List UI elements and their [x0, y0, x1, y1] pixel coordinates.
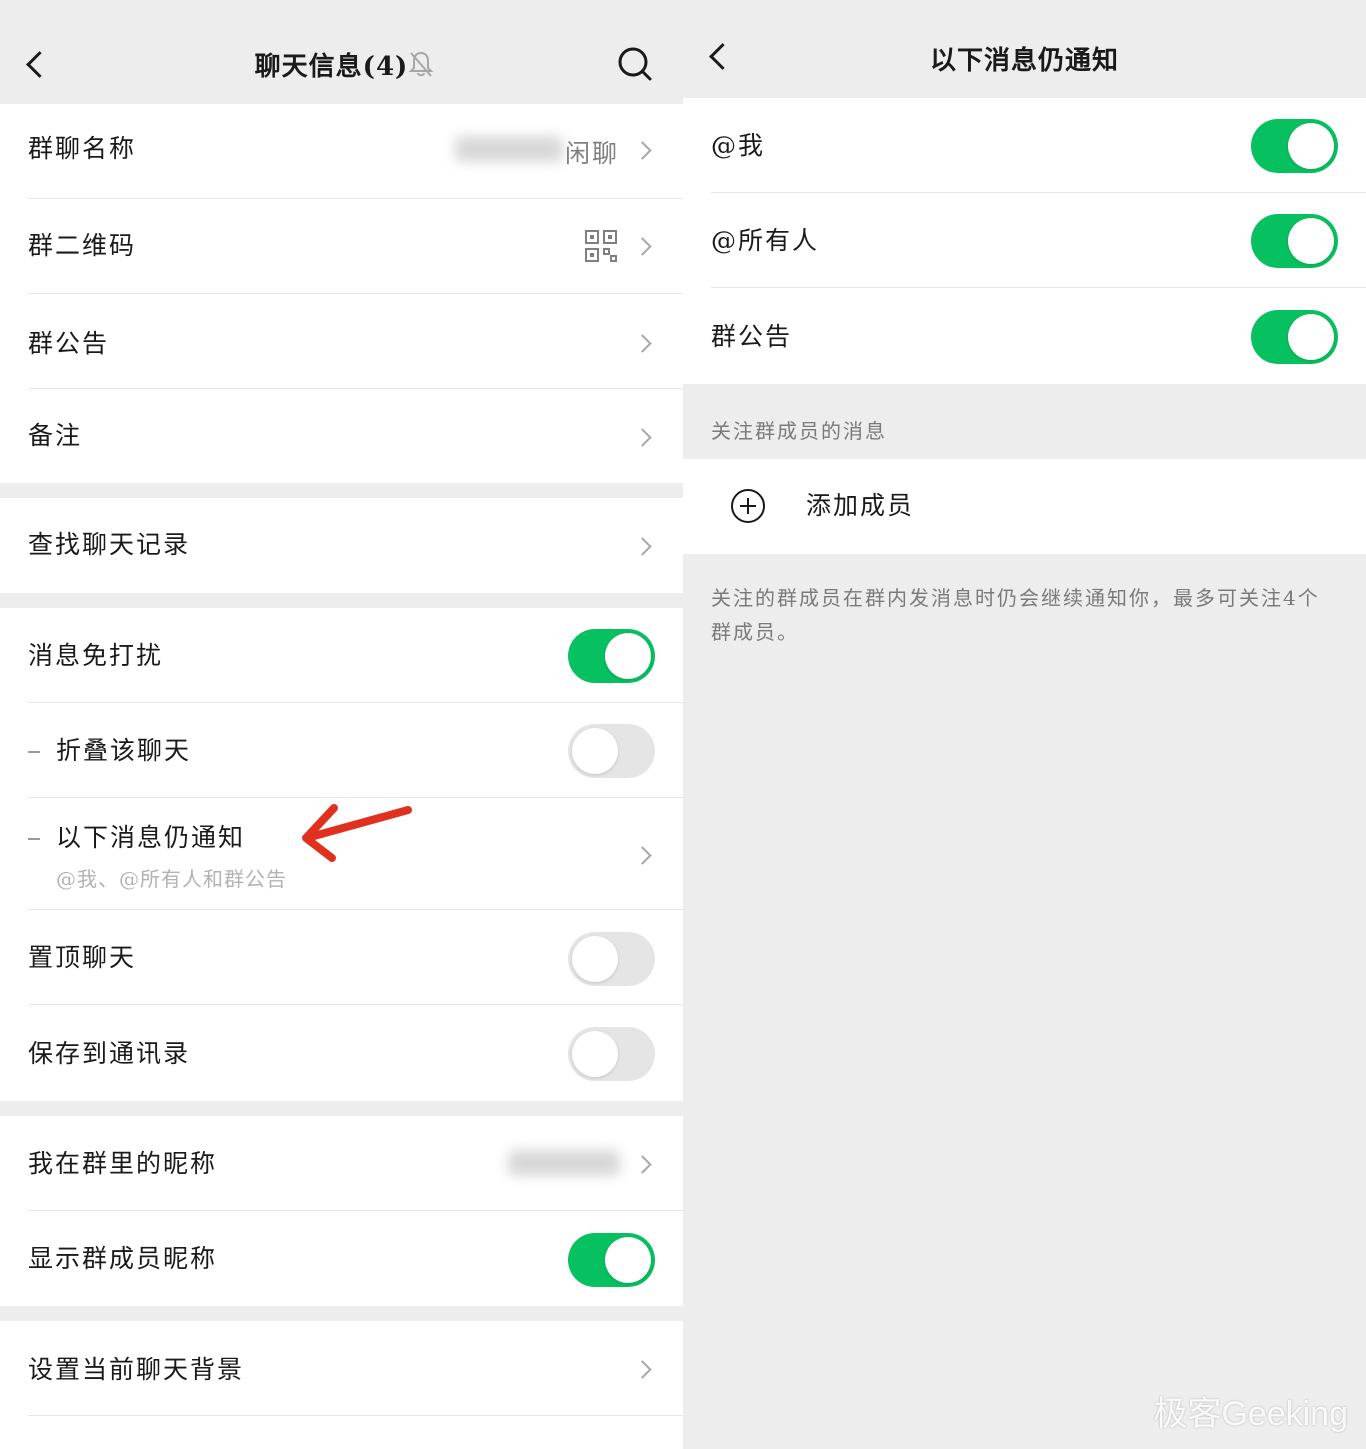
- dash-marker: [28, 751, 40, 753]
- chevron-right-icon: [633, 1155, 652, 1174]
- save-to-contacts-row: 保存到通讯录: [0, 1005, 683, 1101]
- mute-notifications-toggle[interactable]: [568, 629, 655, 683]
- group-info-section: 群聊名称 闲聊 群二维码 群公告 备注: [0, 104, 683, 483]
- group-name-value: 闲聊: [565, 139, 620, 168]
- mention-all-toggle[interactable]: [1251, 214, 1338, 268]
- announcement-notify-toggle[interactable]: [1251, 310, 1338, 364]
- page-title: 聊天信息(4): [254, 52, 409, 82]
- still-notify-label: 以下消息仍通知: [56, 823, 246, 852]
- mention-all-label: @所有人: [711, 226, 820, 255]
- announcement-notify-row: 群公告: [683, 288, 1366, 384]
- pin-chat-toggle[interactable]: [568, 932, 655, 986]
- mention-all-row: @所有人: [683, 193, 1366, 288]
- fold-chat-toggle[interactable]: [568, 724, 655, 778]
- page-title: 以下消息仍通知: [929, 46, 1119, 76]
- still-notify-sublabel: @我、@所有人和群公告: [56, 867, 287, 891]
- search-history-section: 查找聊天记录: [0, 498, 683, 593]
- mute-notifications-label: 消息免打扰: [28, 641, 164, 670]
- chat-info-panel: 聊天信息(4) 群聊名称 闲聊 群二维码 群公告 备注 查找聊天记录 消息免打扰…: [0, 0, 683, 1449]
- mention-me-row: @我: [683, 98, 1366, 193]
- show-member-nickname-toggle[interactable]: [568, 1233, 655, 1287]
- followed-members-header: 关注群成员的消息: [711, 419, 887, 443]
- chevron-right-icon: [633, 141, 652, 160]
- add-member-row[interactable]: 添加成员: [683, 459, 1366, 554]
- chat-background-section: 设置当前聊天背景: [0, 1321, 683, 1449]
- search-icon[interactable]: [616, 45, 654, 83]
- blurred-group-name: [455, 136, 563, 162]
- save-to-contacts-toggle[interactable]: [568, 1027, 655, 1081]
- mention-me-toggle[interactable]: [1251, 119, 1338, 173]
- group-qrcode-row[interactable]: 群二维码: [0, 199, 683, 294]
- save-to-contacts-label: 保存到通讯录: [28, 1039, 191, 1068]
- chevron-right-icon: [633, 846, 652, 865]
- divider: [28, 1415, 683, 1416]
- announcement-notify-label: 群公告: [711, 322, 793, 351]
- chevron-right-icon: [633, 1360, 652, 1379]
- group-name-row[interactable]: 群聊名称 闲聊: [0, 104, 683, 199]
- search-chat-history-label: 查找聊天记录: [28, 530, 191, 559]
- member-nickname-section: 我在群里的昵称 显示群成员昵称: [0, 1116, 683, 1306]
- blurred-nickname: [508, 1150, 620, 1176]
- group-announcement-row[interactable]: 群公告: [0, 294, 683, 389]
- dash-marker: [28, 838, 40, 840]
- chevron-right-icon: [633, 334, 652, 353]
- my-group-nickname-label: 我在群里的昵称: [28, 1149, 218, 1178]
- fold-chat-row: 折叠该聊天: [0, 703, 683, 798]
- fold-chat-label: 折叠该聊天: [56, 736, 192, 765]
- remark-row[interactable]: 备注: [0, 389, 683, 483]
- add-member-section: 添加成员: [683, 459, 1366, 554]
- chat-info-navbar: 聊天信息(4): [0, 0, 683, 104]
- group-name-label: 群聊名称: [28, 134, 137, 163]
- chevron-right-icon: [633, 237, 652, 256]
- muted-bell-icon: [408, 51, 434, 77]
- search-chat-history-row[interactable]: 查找聊天记录: [0, 498, 683, 593]
- remark-label: 备注: [28, 421, 83, 450]
- chevron-right-icon: [633, 537, 652, 556]
- qr-code-icon: [585, 230, 617, 262]
- add-member-label: 添加成员: [806, 491, 915, 520]
- still-notify-navbar: 以下消息仍通知: [683, 0, 1366, 98]
- chat-background-label: 设置当前聊天背景: [28, 1355, 245, 1384]
- notify-items-section: @我 @所有人 群公告: [683, 98, 1366, 384]
- group-qrcode-label: 群二维码: [28, 231, 137, 260]
- my-group-nickname-row[interactable]: 我在群里的昵称: [0, 1116, 683, 1211]
- add-circle-icon: [731, 489, 765, 523]
- still-notify-panel: 以下消息仍通知 @我 @所有人 群公告 关注群成员的消息 添加成员 关注的群成员…: [683, 0, 1366, 1449]
- chat-background-row[interactable]: 设置当前聊天背景: [0, 1321, 683, 1416]
- red-arrow-annotation: [302, 804, 412, 862]
- show-member-nickname-row: 显示群成员昵称: [0, 1211, 683, 1306]
- watermark: 极客Geeking: [1153, 1395, 1348, 1433]
- mention-me-label: @我: [711, 131, 766, 160]
- follow-members-footnote: 关注的群成员在群内发消息时仍会继续通知你，最多可关注4个群成员。: [711, 586, 1320, 644]
- pin-chat-label: 置顶聊天: [28, 943, 137, 972]
- pin-chat-row: 置顶聊天: [0, 910, 683, 1005]
- mute-notifications-row: 消息免打扰: [0, 608, 683, 703]
- group-announcement-label: 群公告: [28, 329, 110, 358]
- chevron-right-icon: [633, 428, 652, 447]
- show-member-nickname-label: 显示群成员昵称: [28, 1244, 218, 1273]
